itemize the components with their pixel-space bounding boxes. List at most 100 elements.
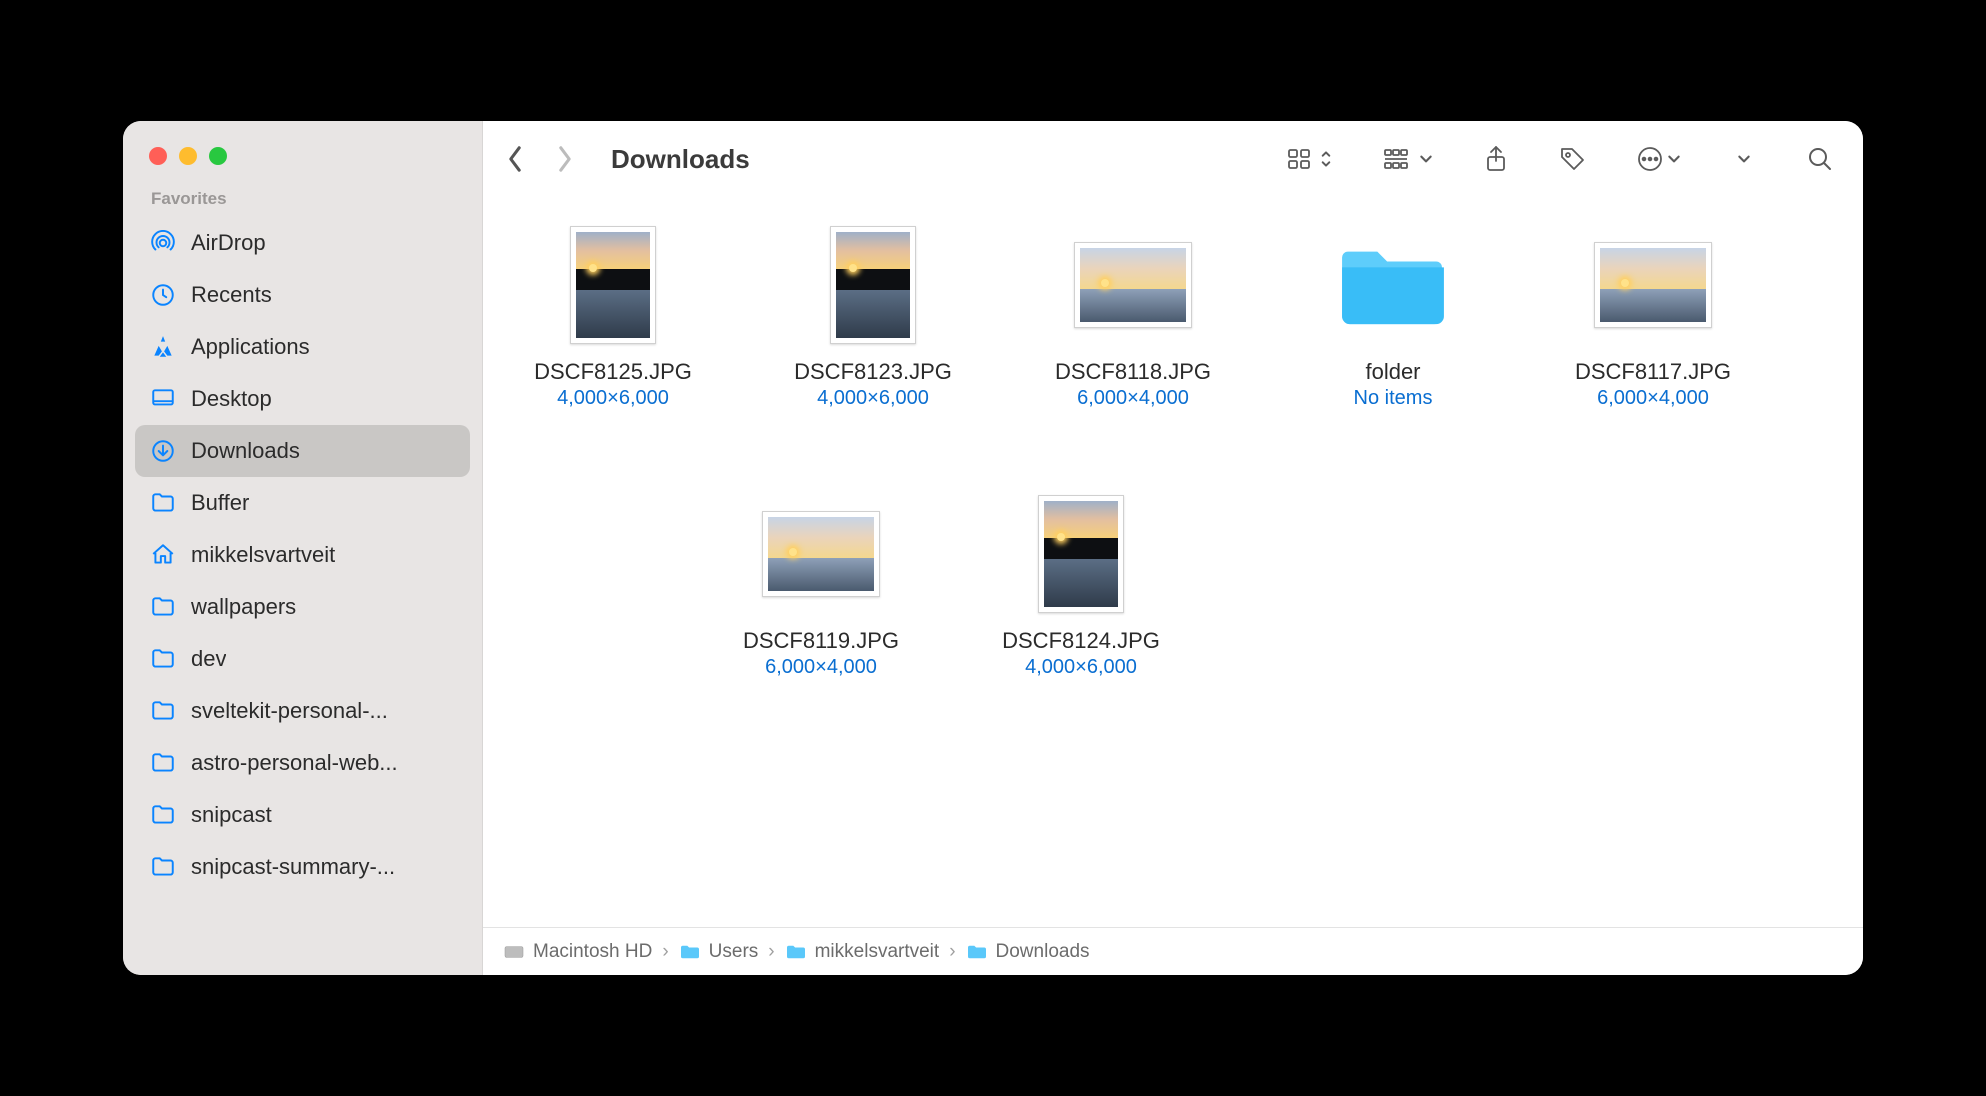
sidebar-item-recents[interactable]: Recents [135, 269, 470, 321]
folder-icon [149, 853, 177, 881]
main-pane: Downloads [483, 121, 1863, 975]
finder-window: Favorites AirDrop Recents Applications Desk… [123, 121, 1863, 975]
path-segment[interactable]: mikkelsvartveit [785, 941, 940, 963]
image-thumbnail [1038, 495, 1124, 613]
sidebar-item-label: Applications [191, 334, 310, 360]
sidebar-item-airdrop[interactable]: AirDrop [135, 217, 470, 269]
item-name: DSCF8124.JPG [1002, 628, 1160, 654]
path-label: Macintosh HD [533, 941, 652, 963]
item-meta: 4,000×6,000 [1025, 656, 1137, 679]
sidebar-item-label: sveltekit-personal-... [191, 698, 388, 724]
sidebar-item-buffer[interactable]: Buffer [135, 477, 470, 529]
sidebar-item-label: wallpapers [191, 594, 296, 620]
folder-icon [149, 489, 177, 517]
sidebar-item-label: Recents [191, 282, 272, 308]
image-thumbnail [830, 226, 916, 344]
sidebar-item-label: Desktop [191, 386, 272, 412]
folder-icon [149, 749, 177, 777]
sidebar-item-label: snipcast [191, 802, 272, 828]
sidebar-item-applications[interactable]: Applications [135, 321, 470, 373]
disk-icon [503, 943, 525, 961]
sidebar-item-label: dev [191, 646, 226, 672]
path-label: Users [709, 941, 759, 963]
item-meta: 6,000×4,000 [765, 656, 877, 679]
share-button[interactable] [1473, 139, 1519, 179]
file-grid: DSCF8125.JPG4,000×6,000DSCF8123.JPG4,000… [483, 197, 1863, 927]
sidebar-item-snipcast[interactable]: snipcast [135, 789, 470, 841]
search-button[interactable] [1797, 139, 1843, 179]
folder-item[interactable]: folderNo items [1287, 221, 1499, 410]
file-item[interactable]: DSCF8125.JPG4,000×6,000 [507, 221, 719, 410]
file-item[interactable]: DSCF8123.JPG4,000×6,000 [767, 221, 979, 410]
item-meta: No items [1354, 387, 1433, 410]
path-bar: Macintosh HD › Users › mikkelsvartveit › Downl… [483, 927, 1863, 975]
image-thumbnail [1074, 242, 1192, 328]
item-name: DSCF8117.JPG [1575, 359, 1731, 385]
image-thumbnail [762, 511, 880, 597]
file-item[interactable]: DSCF8117.JPG6,000×4,000 [1547, 221, 1759, 410]
window-title: Downloads [611, 144, 750, 175]
sidebar-item-label: snipcast-summary-... [191, 854, 395, 880]
file-item[interactable]: DSCF8118.JPG6,000×4,000 [1027, 221, 1239, 410]
airdrop-icon [149, 229, 177, 257]
sidebar-item-home[interactable]: mikkelsvartveit [135, 529, 470, 581]
item-meta: 6,000×4,000 [1077, 387, 1189, 410]
chevron-right-icon: › [949, 941, 955, 963]
download-icon [149, 437, 177, 465]
sidebar-section-favorites: Favorites [123, 189, 482, 217]
apps-icon [149, 333, 177, 361]
tags-button[interactable] [1549, 139, 1597, 179]
item-name: DSCF8123.JPG [794, 359, 952, 385]
sidebar-item-label: mikkelsvartveit [191, 542, 335, 568]
sidebar-item-dev[interactable]: dev [135, 633, 470, 685]
close-window-button[interactable] [149, 147, 167, 165]
item-meta: 4,000×6,000 [817, 387, 929, 410]
item-name: DSCF8125.JPG [534, 359, 692, 385]
sidebar-item-downloads[interactable]: Downloads [135, 425, 470, 477]
path-label: Downloads [996, 941, 1090, 963]
sidebar-item-desktop[interactable]: Desktop [135, 373, 470, 425]
image-thumbnail [570, 226, 656, 344]
sidebar-item-wallpapers[interactable]: wallpapers [135, 581, 470, 633]
window-controls [123, 129, 482, 189]
file-item[interactable]: DSCF8124.JPG4,000×6,000 [975, 490, 1187, 679]
maximize-window-button[interactable] [209, 147, 227, 165]
chevron-right-icon: › [768, 941, 774, 963]
minimize-window-button[interactable] [179, 147, 197, 165]
forward-button[interactable] [551, 145, 579, 173]
group-by-button[interactable] [1373, 139, 1443, 179]
folder-small-icon [785, 943, 807, 961]
item-meta: 4,000×6,000 [557, 387, 669, 410]
folder-icon [149, 645, 177, 673]
folder-icon [149, 593, 177, 621]
back-button[interactable] [501, 145, 529, 173]
sidebar-item-label: Buffer [191, 490, 249, 516]
folder-icon [1334, 236, 1452, 335]
home-icon [149, 541, 177, 569]
sidebar-item-astro[interactable]: astro-personal-web... [135, 737, 470, 789]
sidebar-item-sveltekit[interactable]: sveltekit-personal-... [135, 685, 470, 737]
path-segment[interactable]: Downloads [966, 941, 1090, 963]
item-name: DSCF8119.JPG [743, 628, 899, 654]
sidebar-item-label: astro-personal-web... [191, 750, 398, 776]
toolbar: Downloads [483, 121, 1863, 197]
overflow-button[interactable] [1721, 139, 1767, 179]
folder-small-icon [966, 943, 988, 961]
clock-icon [149, 281, 177, 309]
item-name: folder [1365, 359, 1420, 385]
action-menu-button[interactable] [1627, 139, 1691, 179]
path-segment[interactable]: Macintosh HD [503, 941, 652, 963]
desktop-icon [149, 385, 177, 413]
image-thumbnail [1594, 242, 1712, 328]
path-segment[interactable]: Users [679, 941, 759, 963]
item-meta: 6,000×4,000 [1597, 387, 1709, 410]
folder-icon [149, 801, 177, 829]
folder-small-icon [679, 943, 701, 961]
file-item[interactable]: DSCF8119.JPG6,000×4,000 [715, 490, 927, 679]
sidebar: Favorites AirDrop Recents Applications Desk… [123, 121, 483, 975]
folder-icon [149, 697, 177, 725]
chevron-right-icon: › [662, 941, 668, 963]
sidebar-item-snipcast-sum[interactable]: snipcast-summary-... [135, 841, 470, 893]
view-mode-button[interactable] [1277, 139, 1343, 179]
item-name: DSCF8118.JPG [1055, 359, 1211, 385]
